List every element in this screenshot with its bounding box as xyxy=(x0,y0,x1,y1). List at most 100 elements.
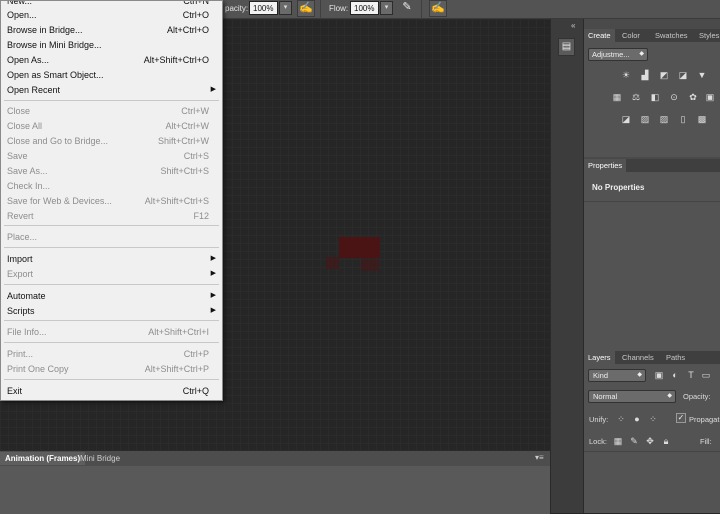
flow-dropdown-icon[interactable]: ▾ xyxy=(380,1,393,15)
tab-layers[interactable]: Layers xyxy=(584,351,615,364)
flow-input[interactable]: 100% xyxy=(350,1,379,15)
tab-properties[interactable]: Properties xyxy=(584,159,627,172)
exposure-icon[interactable]: ◪ xyxy=(677,70,689,81)
menu-separator xyxy=(4,320,219,321)
adjustments-dropdown[interactable]: Adjustme... ◆ xyxy=(588,48,648,61)
tab-paths[interactable]: Paths xyxy=(662,351,689,364)
pressure-size-icon[interactable]: ✍ xyxy=(429,0,447,17)
red-blot xyxy=(326,257,339,269)
menu-item-shortcut: Alt+Shift+Ctrl+O xyxy=(143,55,209,65)
propagate-label: Propagat xyxy=(689,415,720,424)
submenu-arrow-icon: ▶ xyxy=(210,307,216,314)
tab-animation-frames[interactable]: Animation (Frames) xyxy=(0,452,86,465)
menu-item-shortcut: Shift+Ctrl+W xyxy=(157,136,209,146)
shape-filter-icon[interactable]: ▭ xyxy=(700,370,712,381)
menu-item-close-and-go-to-bridge[interactable]: Close and Go to Bridge... Shift+Ctrl+W xyxy=(1,135,222,150)
lock-image-icon[interactable]: ✎ xyxy=(628,436,640,447)
tab-channels[interactable]: Channels xyxy=(618,351,658,364)
menu-item-label: Browse in Bridge... xyxy=(7,25,83,35)
gradient-map-icon[interactable]: ▯ xyxy=(677,114,689,125)
invert-icon[interactable]: ◪ xyxy=(620,114,632,125)
color-lookup-icon[interactable]: ▣ xyxy=(704,92,716,103)
toolbar-divider xyxy=(320,0,321,19)
menu-item-file-info[interactable]: File Info... Alt+Shift+Ctrl+I xyxy=(1,326,222,341)
lock-label: Lock: xyxy=(589,437,607,446)
menu-item-label: Close All xyxy=(7,121,43,131)
menu-item-shortcut: Ctrl+W xyxy=(181,106,209,116)
channel-mixer-icon[interactable]: ✿ xyxy=(687,92,699,103)
tab-color[interactable]: Color xyxy=(618,29,644,42)
levels-icon[interactable]: ▟ xyxy=(639,70,651,81)
menu-item-open-as[interactable]: Open As... Alt+Shift+Ctrl+O xyxy=(1,54,222,69)
unify-position-icon[interactable]: ⁘ xyxy=(615,414,627,425)
lock-transparent-icon[interactable]: ▦ xyxy=(612,436,624,447)
tab-swatches[interactable]: Swatches xyxy=(651,29,692,42)
menu-item-exit[interactable]: Exit Ctrl+Q xyxy=(1,385,222,400)
opacity-label: pacity: xyxy=(225,4,249,13)
pressure-opacity-icon[interactable]: ✍ xyxy=(297,0,315,17)
menu-item-close-all[interactable]: Close All Alt+Ctrl+W xyxy=(1,120,222,135)
menu-item-browse-in-mini-bridge[interactable]: Browse in Mini Bridge... xyxy=(1,39,222,54)
hue-saturation-icon[interactable]: ▦ xyxy=(611,92,623,103)
menu-item-scripts[interactable]: Scripts ▶ xyxy=(1,305,222,320)
adjustment-filter-icon[interactable]: ◐ xyxy=(669,370,681,381)
menu-item-export[interactable]: Export ▶ xyxy=(1,268,222,283)
unify-style-icon[interactable]: ⁘ xyxy=(647,414,659,425)
menu-item-save-for-web-devices[interactable]: Save for Web & Devices... Alt+Shift+Ctrl+… xyxy=(1,195,222,210)
menu-item-save-as[interactable]: Save As... Shift+Ctrl+S xyxy=(1,165,222,180)
menu-item-label: New... xyxy=(7,0,33,6)
menu-separator xyxy=(4,247,219,248)
menu-item-print[interactable]: Print... Ctrl+P xyxy=(1,348,222,363)
menu-item-print-one-copy[interactable]: Print One Copy Alt+Shift+Ctrl+P xyxy=(1,363,222,378)
menu-separator xyxy=(4,284,219,285)
unify-visibility-icon[interactable]: ● xyxy=(631,414,643,425)
vibrance-icon[interactable]: ▼ xyxy=(696,70,708,81)
panel-menu-icon[interactable]: ▾≡ xyxy=(535,453,544,462)
menu-item-open-recent[interactable]: Open Recent ▶ xyxy=(1,84,222,99)
pixel-filter-icon[interactable]: ▣ xyxy=(653,370,665,381)
collapse-icon[interactable]: « xyxy=(571,21,575,30)
airbrush-icon[interactable]: ✎ xyxy=(398,0,416,17)
tab-mini-bridge[interactable]: Mini Bridge xyxy=(75,452,125,465)
menu-item-open[interactable]: Open... Ctrl+O xyxy=(1,9,222,24)
tab-styles[interactable]: Styles xyxy=(695,29,720,42)
red-blot xyxy=(361,259,379,271)
history-icon[interactable]: ▤ xyxy=(558,38,575,56)
lock-position-icon[interactable]: ✥ xyxy=(644,436,656,447)
menu-item-browse-in-bridge[interactable]: Browse in Bridge... Alt+Ctrl+O xyxy=(1,24,222,39)
dropdown-arrow-icon: ◆ xyxy=(639,51,644,57)
bottom-panel: Animation (Frames) Mini Bridge ▾≡ xyxy=(0,450,550,514)
menu-item-label: Open... xyxy=(7,10,37,20)
opacity-label: Opacity: xyxy=(683,392,711,401)
menu-item-close[interactable]: Close Ctrl+W xyxy=(1,105,222,120)
black-white-icon[interactable]: ◧ xyxy=(649,92,661,103)
toolbar-divider xyxy=(421,0,422,19)
opacity-dropdown-icon[interactable]: ▾ xyxy=(279,1,292,15)
kind-filter-dropdown[interactable]: Kind ◆ xyxy=(588,369,646,382)
tab-create[interactable]: Create xyxy=(584,29,615,42)
menu-item-shortcut: Alt+Shift+Ctrl+P xyxy=(144,364,209,374)
type-filter-icon[interactable]: T xyxy=(685,370,697,381)
menu-separator xyxy=(4,379,219,380)
posterize-icon[interactable]: ▨ xyxy=(639,114,651,125)
menu-item-open-as-smart-object[interactable]: Open as Smart Object... xyxy=(1,69,222,84)
brightness-icon[interactable]: ☀ xyxy=(620,70,632,81)
menu-item-automate[interactable]: Automate ▶ xyxy=(1,290,222,305)
menu-item-check-in[interactable]: Check In... xyxy=(1,180,222,195)
curves-icon[interactable]: ◩ xyxy=(658,70,670,81)
color-balance-icon[interactable]: ⚖ xyxy=(630,92,642,103)
blend-mode-dropdown[interactable]: Normal ◆ xyxy=(588,390,676,403)
lock-all-icon[interactable]: 🔒︎ xyxy=(660,436,672,447)
menu-item-label: Close and Go to Bridge... xyxy=(7,136,109,146)
opacity-input[interactable]: 100% xyxy=(249,1,278,15)
selective-color-icon[interactable]: ▩ xyxy=(696,114,708,125)
menu-item-place[interactable]: Place... xyxy=(1,231,222,246)
dropdown-arrow-icon: ◆ xyxy=(667,393,672,399)
menu-item-revert[interactable]: Revert F12 xyxy=(1,210,222,225)
menu-item-shortcut: F12 xyxy=(193,211,209,221)
photo-filter-icon[interactable]: ⊙ xyxy=(668,92,680,103)
menu-item-save[interactable]: Save Ctrl+S xyxy=(1,150,222,165)
threshold-icon[interactable]: ▨ xyxy=(658,114,670,125)
propagate-checkbox[interactable]: ✓ xyxy=(676,413,686,423)
menu-item-import[interactable]: Import ▶ xyxy=(1,253,222,268)
